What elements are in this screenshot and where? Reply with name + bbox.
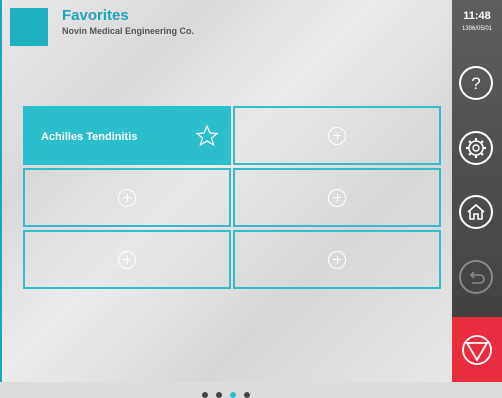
- back-button[interactable]: [459, 260, 493, 294]
- clock-time: 11:48: [463, 10, 491, 22]
- stop-triangle-icon: [462, 335, 492, 365]
- question-icon: ?: [471, 74, 480, 93]
- add-icon: [328, 126, 346, 145]
- add-icon: [118, 188, 136, 207]
- company-name: Novin Medical Engineering Co.: [62, 26, 195, 36]
- empty-favorite-slot[interactable]: [233, 106, 441, 165]
- page-dot-4[interactable]: [244, 392, 250, 398]
- add-icon: [328, 250, 346, 269]
- empty-favorite-slot[interactable]: [233, 230, 441, 289]
- help-button[interactable]: ?: [459, 66, 493, 100]
- gear-icon: [466, 138, 486, 158]
- star-icon[interactable]: [195, 124, 219, 148]
- clock-date: 1396/05/01: [461, 26, 493, 32]
- add-icon: [118, 250, 136, 269]
- header-accent-block: [10, 8, 48, 46]
- favorite-tile-label: Achilles Tendinitis: [41, 131, 138, 143]
- add-icon: [328, 188, 346, 207]
- favorite-tile-achilles-tendinitis[interactable]: Achilles Tendinitis: [23, 106, 231, 165]
- settings-button[interactable]: [459, 131, 493, 165]
- page-dot-2[interactable]: [216, 392, 222, 398]
- emergency-stop-button[interactable]: [452, 317, 502, 382]
- back-arrow-icon: [469, 271, 485, 284]
- empty-favorite-slot[interactable]: [23, 230, 231, 289]
- empty-favorite-slot[interactable]: [233, 168, 441, 227]
- home-icon: [467, 203, 485, 220]
- favorites-grid: Achilles Tendinitis: [23, 106, 441, 290]
- main-panel: Favorites Novin Medical Engineering Co. …: [0, 0, 452, 382]
- page-dot-3-active[interactable]: [230, 392, 236, 398]
- page-dot-1[interactable]: [202, 392, 208, 398]
- svg-text:?: ?: [471, 74, 480, 93]
- page-title: Favorites: [62, 7, 129, 24]
- home-button[interactable]: [459, 195, 493, 229]
- empty-favorite-slot[interactable]: [23, 168, 231, 227]
